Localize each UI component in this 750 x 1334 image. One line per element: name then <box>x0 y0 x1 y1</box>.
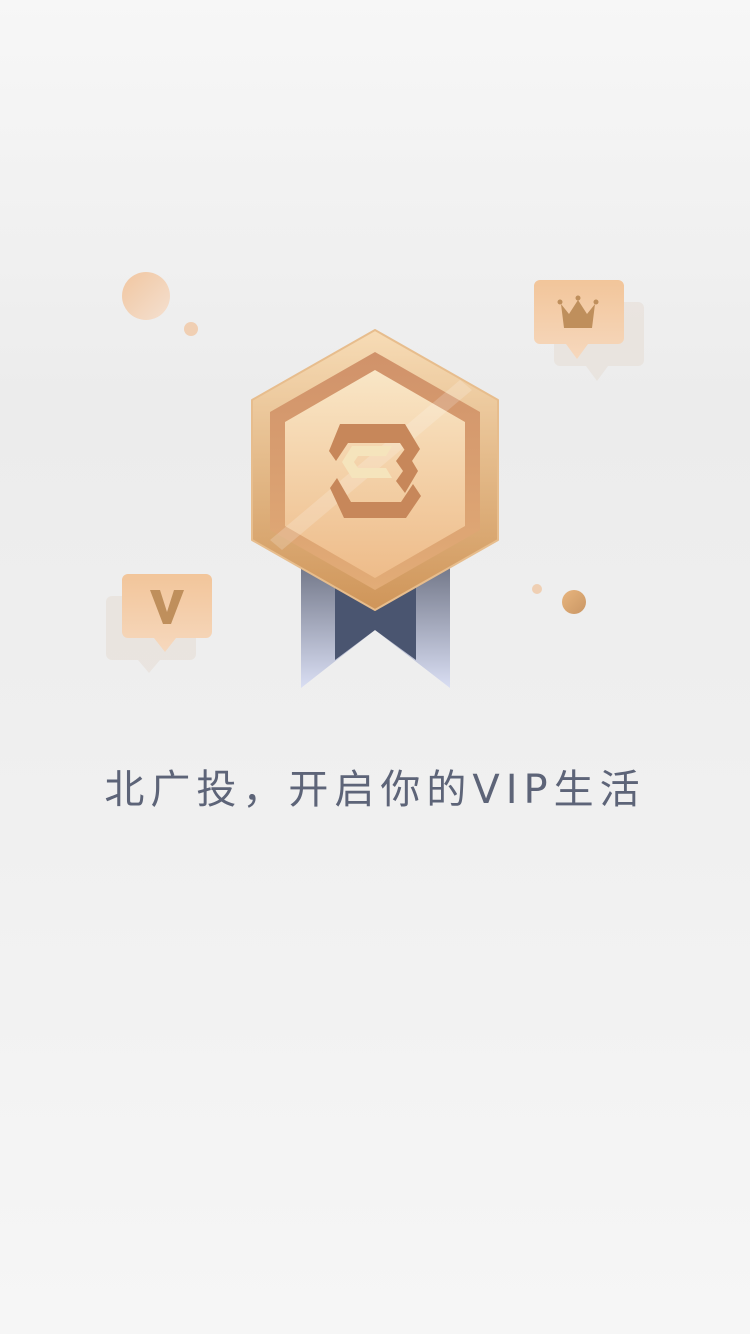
medal-logo-icon <box>251 329 499 611</box>
decor-dot <box>184 322 198 336</box>
decor-dot <box>122 272 170 320</box>
slogan-text: 北广投，开启你的VIP生活 <box>104 767 646 813</box>
decor-dot <box>532 584 542 594</box>
splash-illustration <box>106 272 644 688</box>
decor-dot <box>562 590 586 614</box>
vip-bubble <box>106 574 212 673</box>
crown-bubble <box>534 280 644 381</box>
